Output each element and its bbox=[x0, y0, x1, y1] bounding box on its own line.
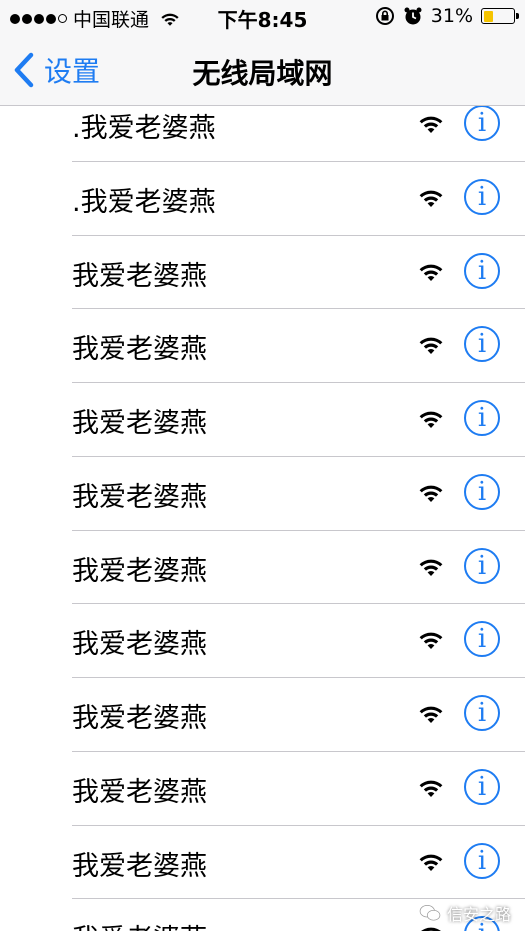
network-name: 我爱老婆燕 bbox=[72, 408, 207, 439]
battery-percent: 31% bbox=[430, 5, 473, 27]
info-button[interactable]: i bbox=[464, 621, 500, 658]
network-row[interactable]: 我爱老婆燕 i bbox=[72, 309, 525, 383]
network-name: 我爱老婆燕 bbox=[72, 555, 207, 587]
wifi-signal-icon bbox=[417, 112, 445, 136]
info-button[interactable]: i bbox=[464, 326, 500, 363]
info-button[interactable]: i bbox=[464, 768, 500, 805]
network-list-content: .我爱老婆燕 i .我爱老婆燕 i 我爱老婆燕 i 我爱老婆燕 i 我爱老婆燕 i 我爱老婆燕 i 我爱… bbox=[0, 106, 525, 931]
navigation-bar: 设置 无线局域网 bbox=[0, 34, 525, 106]
wifi-signal-icon bbox=[417, 702, 445, 726]
wifi-signal-icon bbox=[417, 260, 445, 284]
network-name: .我爱老婆燕 bbox=[72, 113, 216, 144]
network-row[interactable]: 我爱老婆燕 i bbox=[72, 531, 525, 605]
network-name: 我爱老婆燕 bbox=[72, 629, 207, 661]
wifi-signal-icon bbox=[417, 850, 445, 874]
battery-level bbox=[483, 10, 493, 22]
network-list: .我爱老婆燕 i .我爱老婆燕 i 我爱老婆燕 i 我爱老婆燕 i 我爱老婆燕 i 我爱老婆燕 i 我爱… bbox=[0, 106, 525, 931]
network-row[interactable]: 我爱老婆燕 i bbox=[72, 604, 525, 678]
info-button[interactable]: i bbox=[464, 252, 500, 289]
wifi-signal-icon bbox=[417, 407, 445, 431]
wifi-signal-icon bbox=[417, 333, 445, 357]
wifi-signal-icon bbox=[417, 628, 445, 652]
network-row[interactable]: .我爱老婆燕 i bbox=[72, 162, 525, 236]
watermark-text: 信安之路 bbox=[446, 905, 511, 924]
info-button[interactable]: i bbox=[464, 106, 500, 141]
info-button[interactable]: i bbox=[464, 473, 500, 510]
status-bar: 中国联通 下午8:45 31% bbox=[0, 0, 525, 34]
info-button[interactable]: i bbox=[464, 842, 500, 879]
network-name: 我爱老婆燕 bbox=[72, 260, 207, 292]
network-row[interactable]: 我爱老婆燕 i bbox=[72, 826, 525, 900]
network-name: 我爱老婆燕 bbox=[72, 850, 207, 882]
network-name: 我爱老婆燕 bbox=[72, 481, 207, 513]
network-row[interactable]: 我爱老婆燕 i bbox=[72, 678, 525, 752]
network-row[interactable]: 我爱老婆燕 i bbox=[72, 457, 525, 531]
info-button[interactable]: i bbox=[464, 400, 500, 436]
alarm-icon bbox=[404, 7, 422, 25]
info-button[interactable]: i bbox=[464, 178, 500, 215]
network-name: 我爱老婆燕 bbox=[72, 917, 207, 931]
status-right: 31% bbox=[375, 5, 519, 27]
battery-icon bbox=[481, 8, 519, 24]
network-name: 我爱老婆燕 bbox=[72, 703, 207, 734]
rotation-lock-icon bbox=[375, 7, 394, 25]
wifi-signal-icon bbox=[417, 555, 445, 579]
page-title: 无线局域网 bbox=[192, 57, 333, 90]
wifi-signal-icon bbox=[417, 186, 445, 210]
network-row[interactable]: .我爱老婆燕 i bbox=[72, 106, 525, 162]
wifi-signal-icon bbox=[417, 776, 445, 800]
wifi-signal-icon bbox=[417, 481, 445, 505]
network-row[interactable]: 我爱老婆燕 i bbox=[72, 383, 525, 457]
network-name: .我爱老婆燕 bbox=[72, 186, 216, 218]
watermark: 信安之路 bbox=[419, 901, 511, 925]
network-name: 我爱老婆燕 bbox=[72, 334, 207, 366]
network-row[interactable]: 我爱老婆燕 i bbox=[72, 236, 525, 310]
info-button[interactable]: i bbox=[464, 547, 500, 584]
info-button[interactable]: i bbox=[464, 695, 500, 731]
wechat-icon bbox=[419, 904, 441, 921]
network-name: 我爱老婆燕 bbox=[72, 776, 207, 808]
network-row[interactable]: 我爱老婆燕 i bbox=[72, 752, 525, 826]
